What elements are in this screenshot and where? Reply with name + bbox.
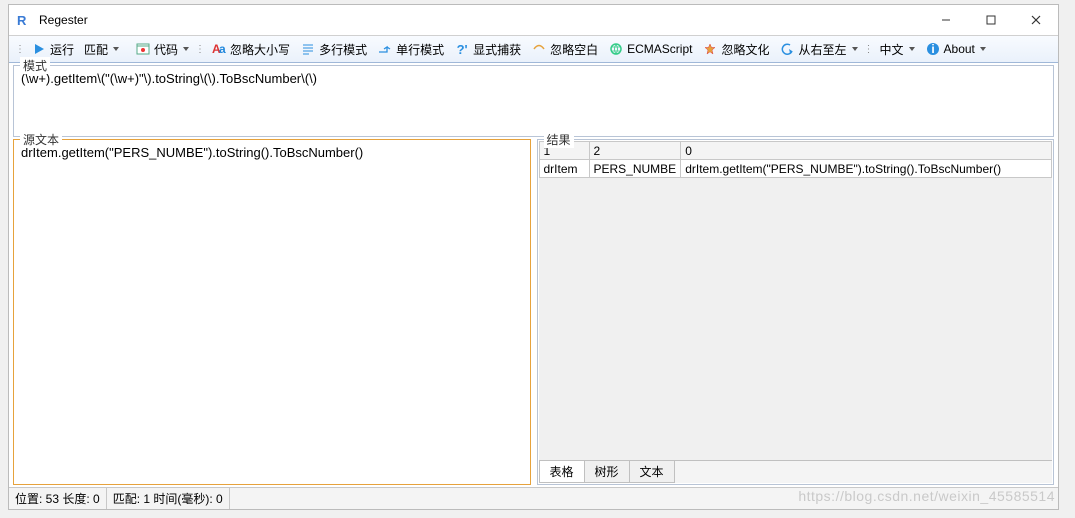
chevron-down-icon [980, 47, 986, 51]
tab-tree[interactable]: 树形 [584, 461, 630, 483]
grid-header[interactable]: 0 [681, 142, 1052, 160]
language-dropdown[interactable]: 中文 [876, 39, 919, 60]
ignore-case-label: 忽略大小写 [230, 41, 290, 58]
grid-cell: drItem [539, 160, 589, 178]
multiline-label: 多行模式 [319, 41, 367, 58]
tab-text[interactable]: 文本 [629, 461, 675, 483]
code-button[interactable]: 代码 [131, 39, 193, 60]
window-controls [923, 5, 1058, 35]
ignore-case-toggle[interactable]: Aa 忽略大小写 [207, 39, 294, 60]
titlebar: R Regester [9, 5, 1058, 35]
rtl-toggle[interactable]: 从右至左 [775, 39, 861, 60]
about-button[interactable]: i About [921, 39, 990, 59]
pattern-legend: 模式 [20, 57, 50, 74]
source-input[interactable] [15, 141, 529, 483]
toolbar: 运行 匹配 代码 Aa 忽略大小写 多行模式 单行模式 ?' 显式捕获 [9, 35, 1058, 63]
ignore-culture-label: 忽略文化 [721, 41, 769, 58]
status-position: 位置: 53 长度: 0 [9, 488, 107, 509]
ignore-whitespace-toggle[interactable]: 忽略空白 [527, 39, 602, 60]
chevron-down-icon [852, 47, 858, 51]
toolbar-grip [17, 39, 23, 59]
explicit-label: 显式捕获 [473, 41, 521, 58]
ecma-icon [608, 41, 624, 57]
separator [866, 39, 872, 59]
grid-cell: drItem.getItem("PERS_NUMBE").toString().… [681, 160, 1052, 178]
case-icon: Aa [211, 41, 227, 57]
rtl-icon [779, 41, 795, 57]
result-legend: 结果 [544, 131, 574, 148]
multiline-icon [300, 41, 316, 57]
grid-header-row: 1 2 0 [539, 142, 1052, 160]
separator [197, 39, 203, 59]
minimize-button[interactable] [923, 5, 968, 35]
pattern-input[interactable] [15, 67, 1052, 135]
rtl-label: 从右至左 [798, 41, 846, 58]
code-icon [135, 41, 151, 57]
app-window: R Regester 运行 匹配 代码 Aa 忽略大小写 [8, 4, 1059, 510]
chevron-down-icon [183, 47, 189, 51]
match-dropdown[interactable]: 匹配 [80, 39, 123, 60]
chevron-down-icon [113, 47, 119, 51]
tab-table[interactable]: 表格 [539, 461, 585, 483]
svg-text:a: a [219, 43, 226, 55]
app-icon: R [17, 12, 33, 28]
window-title: Regester [39, 13, 923, 27]
play-icon [31, 41, 47, 57]
status-match: 匹配: 1 时间(毫秒): 0 [107, 488, 230, 509]
multiline-toggle[interactable]: 多行模式 [296, 39, 371, 60]
svg-text:i: i [931, 42, 934, 56]
content-area: 模式 源文本 结果 1 2 0 [9, 63, 1058, 487]
ignore-ws-label: 忽略空白 [550, 41, 598, 58]
singleline-label: 单行模式 [396, 41, 444, 58]
singleline-toggle[interactable]: 单行模式 [373, 39, 448, 60]
source-fieldset: 源文本 [13, 139, 531, 485]
maximize-button[interactable] [968, 5, 1013, 35]
chevron-down-icon [909, 47, 915, 51]
singleline-icon [377, 41, 393, 57]
question-icon: ?' [454, 41, 470, 57]
result-fieldset: 结果 1 2 0 drItem PERS_NUMBE drItem.g [537, 139, 1055, 485]
split-panel: 源文本 结果 1 2 0 d [13, 139, 1054, 485]
lang-label: 中文 [880, 41, 904, 58]
statusbar: 位置: 53 长度: 0 匹配: 1 时间(毫秒): 0 [9, 487, 1058, 509]
ecma-label: ECMAScript [627, 42, 692, 56]
grid-cell: PERS_NUMBE [589, 160, 681, 178]
ecmascript-toggle[interactable]: ECMAScript [604, 39, 696, 59]
source-legend: 源文本 [20, 131, 62, 148]
info-icon: i [925, 41, 941, 57]
explicit-capture-toggle[interactable]: ?' 显式捕获 [450, 39, 525, 60]
close-button[interactable] [1013, 5, 1058, 35]
result-tabs: 表格 树形 文本 [539, 460, 1053, 483]
grid-header[interactable]: 2 [589, 142, 681, 160]
pattern-fieldset: 模式 [13, 65, 1054, 137]
whitespace-icon [531, 41, 547, 57]
run-label: 运行 [50, 41, 74, 58]
about-label: About [944, 42, 975, 56]
code-label: 代码 [154, 41, 178, 58]
result-grid[interactable]: 1 2 0 drItem PERS_NUMBE drItem.getItem("… [539, 141, 1053, 460]
ignore-culture-toggle[interactable]: 忽略文化 [698, 39, 773, 60]
grid-row[interactable]: drItem PERS_NUMBE drItem.getItem("PERS_N… [539, 160, 1052, 178]
match-label: 匹配 [84, 41, 108, 58]
star-icon [702, 41, 718, 57]
